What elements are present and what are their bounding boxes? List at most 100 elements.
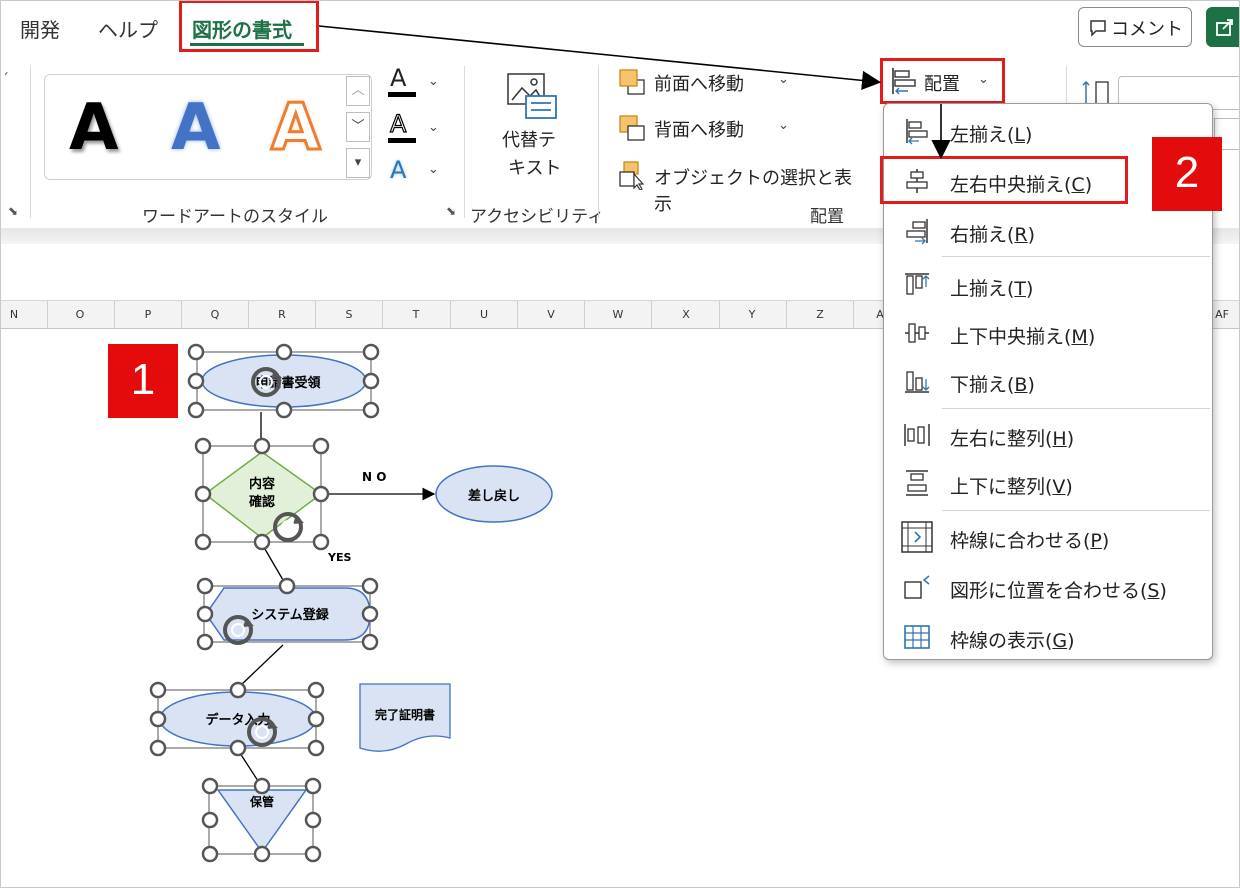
menu-item-align-bottom[interactable]: 下揃え(B)	[884, 358, 1212, 404]
column-divider[interactable]	[315, 301, 316, 329]
column-header[interactable]: Y	[749, 308, 756, 321]
decision-label-line2: 確認	[249, 494, 275, 510]
bring-forward-label: 前面へ移動	[654, 74, 744, 95]
column-header[interactable]: T	[413, 308, 420, 321]
column-divider[interactable]	[584, 301, 585, 329]
send-backward-icon	[619, 115, 645, 141]
column-divider[interactable]	[450, 301, 451, 329]
selection-pane-button[interactable]: オブジェクトの選択と表示	[618, 160, 868, 215]
menu-item-label: 上下中央揃え(	[950, 326, 1072, 348]
menu-item-label-end: )	[1027, 224, 1036, 246]
tab-help[interactable]: ヘルプ	[98, 14, 158, 43]
menu-item-label-end: )	[1025, 124, 1033, 146]
send-backward-button[interactable]: 背面へ移動 ⌄	[618, 114, 808, 144]
text-fill-color-bar	[388, 92, 416, 97]
no-branch-label: N O	[362, 470, 386, 484]
dialog-launcher-icon[interactable]: ⬊	[446, 204, 456, 218]
storage-label: 保管	[249, 794, 274, 809]
column-header[interactable]: Z	[816, 308, 824, 321]
column-header[interactable]: V	[547, 308, 555, 321]
alt-text-label-2: キスト	[508, 158, 562, 179]
text-effects-button[interactable]: A ⌄	[388, 156, 448, 190]
column-divider[interactable]	[853, 301, 854, 329]
gallery-more-icon[interactable]: ▾	[346, 148, 370, 178]
column-divider[interactable]	[382, 301, 383, 329]
menu-item-label-end: )	[1159, 580, 1167, 602]
column-header[interactable]: Q	[211, 308, 220, 321]
column-divider[interactable]	[248, 301, 249, 329]
menu-item-label-end: )	[1087, 326, 1096, 348]
column-divider[interactable]	[651, 301, 652, 329]
menu-item-highlight-box	[880, 156, 1128, 204]
comment-label: コメント	[1111, 19, 1183, 40]
menu-item-label: 枠線に合わせる(	[950, 530, 1091, 552]
connector-line[interactable]	[239, 644, 284, 687]
wordart-sample-black[interactable]: A	[69, 91, 119, 165]
arrange-group-label: 配置	[810, 207, 844, 227]
menu-item-align-middle[interactable]: 上下中央揃え(M)	[884, 310, 1212, 356]
column-header[interactable]: X	[682, 308, 690, 321]
column-header[interactable]: W	[613, 308, 624, 321]
menu-item-label: 左右に整列(	[950, 428, 1053, 450]
gallery-scroll-up-icon[interactable]: ︿	[346, 76, 370, 106]
step-badge-2: 2	[1152, 137, 1222, 211]
menu-item-accelerator: B	[1014, 374, 1028, 396]
menu-item-accelerator: R	[1014, 224, 1028, 246]
dialog-launcher-icon[interactable]: ⬊	[8, 204, 18, 218]
column-divider[interactable]	[47, 301, 48, 329]
column-header[interactable]: R	[278, 308, 286, 321]
chevron-down-icon: ⌄	[778, 118, 789, 133]
yes-branch-label: YES	[327, 551, 351, 564]
ribbon-separator	[30, 66, 31, 218]
column-header[interactable]: O	[76, 308, 85, 321]
align-middle-icon	[905, 323, 929, 343]
comment-button[interactable]: コメント	[1078, 7, 1192, 47]
share-button[interactable]	[1206, 7, 1240, 47]
wordart-sample-blue[interactable]: A	[171, 91, 221, 165]
ribbon-scroll-left-icon[interactable]: ˊ	[2, 72, 9, 88]
view-gridlines-icon	[904, 625, 930, 649]
menu-item-snap-to-shape[interactable]: 図形に位置を合わせる(S)	[884, 564, 1212, 610]
menu-item-align-right[interactable]: 右揃え(R)	[884, 208, 1212, 254]
column-header[interactable]: P	[145, 308, 152, 321]
alt-text-icon	[507, 73, 557, 119]
align-right-icon	[906, 219, 928, 245]
bring-forward-button[interactable]: 前面へ移動 ⌄	[618, 68, 808, 98]
column-divider[interactable]	[114, 301, 115, 329]
ribbon-separator	[464, 66, 465, 218]
menu-item-view-gridlines[interactable]: 枠線の表示(G)	[884, 614, 1212, 660]
share-icon	[1216, 19, 1233, 36]
menu-divider	[942, 510, 1210, 511]
bring-forward-icon	[619, 69, 645, 95]
menu-item-align-top[interactable]: 上揃え(T)	[884, 262, 1212, 308]
alt-text-button[interactable]: 代替テ キスト	[490, 68, 576, 188]
column-divider[interactable]	[517, 301, 518, 329]
column-header[interactable]: U	[480, 308, 488, 321]
menu-item-distribute-vertically[interactable]: 上下に整列(V)	[884, 460, 1212, 506]
text-outline-color-bar	[388, 138, 416, 143]
menu-item-label: 左揃え(	[950, 124, 1015, 146]
column-header[interactable]: N	[10, 308, 18, 321]
wordart-sample-orange[interactable]: A	[270, 90, 323, 167]
menu-item-snap-to-grid[interactable]: 枠線に合わせる(P)	[884, 514, 1212, 560]
menu-item-distribute-horizontally[interactable]: 左右に整列(H)	[884, 412, 1212, 458]
menu-item-label: 上下に整列(	[950, 476, 1053, 498]
menu-item-label-end: )	[1066, 428, 1075, 450]
menu-item-accelerator: H	[1052, 428, 1067, 450]
chevron-down-icon: ⌄	[428, 120, 439, 135]
column-header[interactable]: AF	[1215, 308, 1229, 321]
decision-label-line1: 内容	[249, 476, 275, 492]
text-fill-button[interactable]: A ⌄	[388, 64, 448, 98]
column-divider[interactable]	[719, 301, 720, 329]
column-divider[interactable]	[786, 301, 787, 329]
wordart-style-gallery[interactable]: A A A	[44, 74, 372, 180]
column-header[interactable]: S	[346, 308, 353, 321]
text-outline-button[interactable]: A ⌄	[388, 109, 448, 144]
column-divider[interactable]	[181, 301, 182, 329]
gallery-scroll-down-icon[interactable]: ﹀	[346, 112, 370, 142]
tab-bar: 開発 ヘルプ 図形の書式 コメント	[0, 0, 1240, 56]
menu-item-label: 図形に位置を合わせる(	[950, 580, 1148, 602]
snap-to-shape-icon	[904, 575, 930, 599]
menu-item-label-end: )	[1101, 530, 1110, 552]
tab-developer[interactable]: 開発	[20, 14, 60, 43]
